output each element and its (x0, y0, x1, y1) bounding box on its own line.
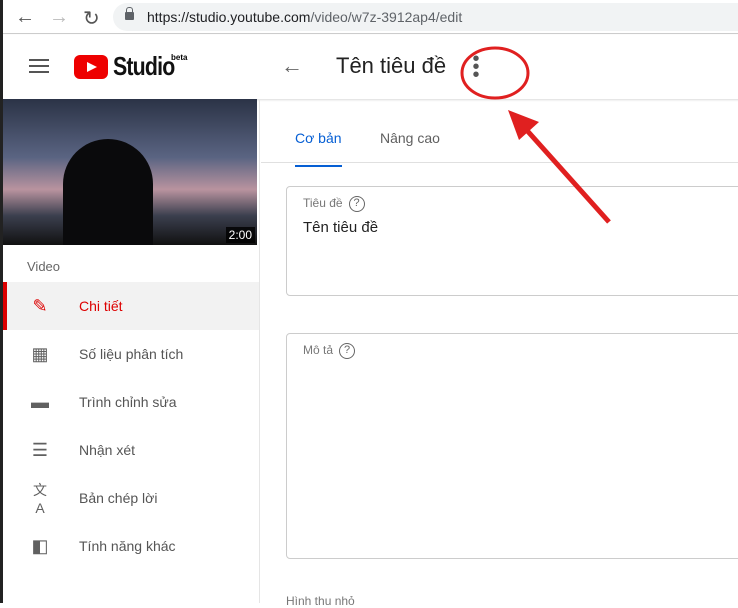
annotation-overlay (460, 46, 611, 224)
annotation-arrow (521, 124, 611, 224)
highlight-circle (460, 46, 530, 100)
